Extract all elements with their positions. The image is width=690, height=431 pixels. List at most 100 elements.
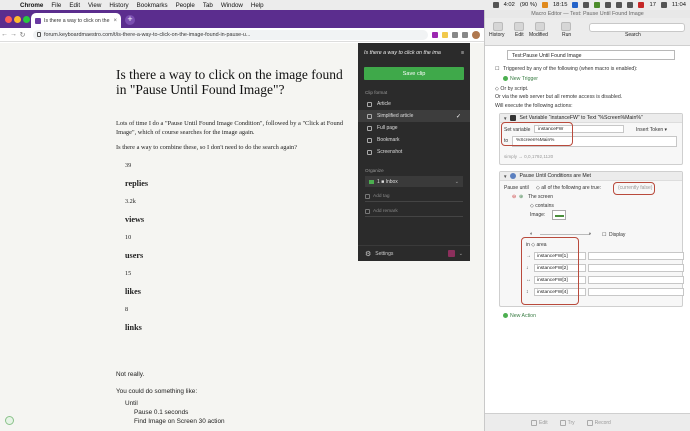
reload-icon[interactable]: ↻ xyxy=(18,31,27,39)
status-icon[interactable] xyxy=(605,2,612,8)
extension-icon[interactable] xyxy=(462,31,468,38)
browser-tab[interactable]: Is there a way to click on the ima × xyxy=(31,13,121,28)
status-icon[interactable] xyxy=(583,2,590,8)
menu-app-chrome[interactable]: Chrome xyxy=(20,2,43,9)
screenshot-icon xyxy=(367,149,372,155)
chevron-down-icon[interactable]: ⌄ xyxy=(459,251,463,257)
disclosure-triangle-icon[interactable]: ▼ xyxy=(503,116,507,121)
menu-view[interactable]: View xyxy=(88,2,101,9)
menu-file[interactable]: File xyxy=(51,2,61,9)
edit-button[interactable]: Edit xyxy=(515,32,524,38)
apple-icon[interactable] xyxy=(6,1,14,9)
contains-popup[interactable]: ◇ contains xyxy=(530,203,554,209)
minimize-window-icon[interactable] xyxy=(14,16,21,23)
record-icon xyxy=(586,419,593,426)
record-button[interactable]: Record xyxy=(586,419,611,426)
stat-views-count: 3.2k xyxy=(125,198,136,205)
add-icon xyxy=(503,313,508,319)
run-button[interactable]: Run xyxy=(562,32,571,38)
format-article[interactable]: Article xyxy=(358,98,470,110)
format-full-page[interactable]: Full page xyxy=(358,122,470,134)
trigger-checkbox-icon[interactable]: ☐ xyxy=(495,66,500,72)
gear-icon[interactable]: ⚙ xyxy=(365,250,371,258)
disclosure-triangle-icon[interactable]: ▼ xyxy=(503,174,507,179)
menu-icon[interactable]: ≡ xyxy=(461,50,464,56)
area-left-extra-field[interactable] xyxy=(588,252,684,260)
run-icon[interactable] xyxy=(561,22,571,31)
menu-window[interactable]: Window xyxy=(221,2,243,9)
area-top-extra-field[interactable] xyxy=(588,264,684,272)
format-label: Full page xyxy=(377,125,398,131)
action-header[interactable]: ▼ Pause Until Conditions are Met xyxy=(500,172,682,181)
area-height-extra-field[interactable] xyxy=(588,288,684,296)
settings-link[interactable]: Settings xyxy=(375,251,393,257)
notebook-select[interactable]: 1 ■ Inbox ⌄ xyxy=(365,176,463,187)
search-label: Search xyxy=(625,32,641,38)
try-button[interactable]: Try xyxy=(559,419,575,426)
new-tab-button[interactable]: + xyxy=(125,15,135,25)
display-checkbox-icon[interactable]: ☐ xyxy=(602,232,606,238)
history-button[interactable]: History xyxy=(489,32,505,38)
all-of-popup[interactable]: ◇ all of the following are true: xyxy=(536,185,601,191)
modified-icon[interactable] xyxy=(535,22,545,31)
new-trigger-link[interactable]: New Trigger xyxy=(503,76,538,82)
insert-token-button[interactable]: Insert Token ▾ xyxy=(636,127,667,133)
menu-tab[interactable]: Tab xyxy=(203,2,213,9)
search-icon[interactable] xyxy=(660,2,667,8)
add-tag-field[interactable]: Add tag xyxy=(365,191,463,202)
menu-edit[interactable]: Edit xyxy=(69,2,80,9)
battery-icon[interactable] xyxy=(627,2,634,8)
shield-icon[interactable] xyxy=(5,416,14,425)
or-via-web-text: Or via the web server but all remote acc… xyxy=(495,94,623,100)
address-bar[interactable]: forum.keyboardmaestro.com/t/is-there-a-w… xyxy=(33,29,428,40)
edit-bottom-button[interactable]: Edit xyxy=(531,419,548,426)
status-icon[interactable] xyxy=(594,2,601,8)
tab-title: Is there a way to click on the ima xyxy=(44,17,110,24)
forward-icon[interactable]: → xyxy=(9,31,18,38)
stat-links-count: 8 xyxy=(125,306,129,313)
status-icon[interactable] xyxy=(572,2,579,8)
calendar-icon[interactable] xyxy=(638,2,645,8)
remove-condition-icon[interactable]: ⊖ xyxy=(512,194,516,200)
image-well[interactable] xyxy=(552,210,566,220)
format-screenshot[interactable]: Screenshot xyxy=(358,146,470,158)
close-tab-icon[interactable]: × xyxy=(113,18,117,24)
status-clock-left: 4:02 xyxy=(503,2,515,8)
macro-name-field[interactable]: Test:Pause Until Found Image xyxy=(507,50,675,60)
menu-bookmarks[interactable]: Bookmarks xyxy=(137,2,168,9)
profile-avatar[interactable] xyxy=(472,30,480,39)
organize-heading: Organize xyxy=(365,168,384,173)
menu-people[interactable]: People xyxy=(176,2,195,9)
fuzz-slider[interactable] xyxy=(540,234,590,235)
extension-icon[interactable] xyxy=(452,31,458,38)
menu-help[interactable]: Help xyxy=(251,2,264,9)
close-window-icon[interactable] xyxy=(5,16,12,23)
status-day: 17 xyxy=(649,2,656,8)
edit-icon[interactable] xyxy=(514,22,524,31)
extension-icon[interactable] xyxy=(442,31,448,38)
new-action-link[interactable]: New Action xyxy=(503,313,536,319)
screen-condition-label: The screen xyxy=(528,194,554,200)
menu-history[interactable]: History xyxy=(109,2,128,9)
variable-action-icon xyxy=(510,115,517,121)
tab-strip: Is there a way to click on the ima × + xyxy=(0,10,484,28)
status-battery: (90 %) xyxy=(519,2,537,8)
maximize-window-icon[interactable] xyxy=(23,16,30,23)
extension-icon[interactable] xyxy=(432,31,438,38)
wifi-icon[interactable] xyxy=(616,2,623,8)
area-width-extra-field[interactable] xyxy=(588,276,684,284)
new-action-label: New Action xyxy=(510,313,536,319)
back-icon[interactable]: ← xyxy=(0,31,9,38)
search-field[interactable] xyxy=(589,23,685,32)
format-simplified-article[interactable]: Simplified article ✓ xyxy=(358,110,470,122)
format-label: Article xyxy=(377,101,391,107)
add-remark-field[interactable]: Add remark xyxy=(365,206,463,217)
status-icon[interactable] xyxy=(492,2,499,8)
status-area: 4:02 (90 %) 18:15 17 11:04 xyxy=(492,0,686,10)
history-icon[interactable] xyxy=(493,22,503,31)
format-bookmark[interactable]: Bookmark xyxy=(358,134,470,146)
modified-button[interactable]: Modified xyxy=(529,32,548,38)
save-clip-button[interactable]: Save clip xyxy=(364,67,464,80)
add-condition-icon[interactable]: ⊕ xyxy=(519,194,523,200)
status-icon[interactable] xyxy=(541,2,548,8)
